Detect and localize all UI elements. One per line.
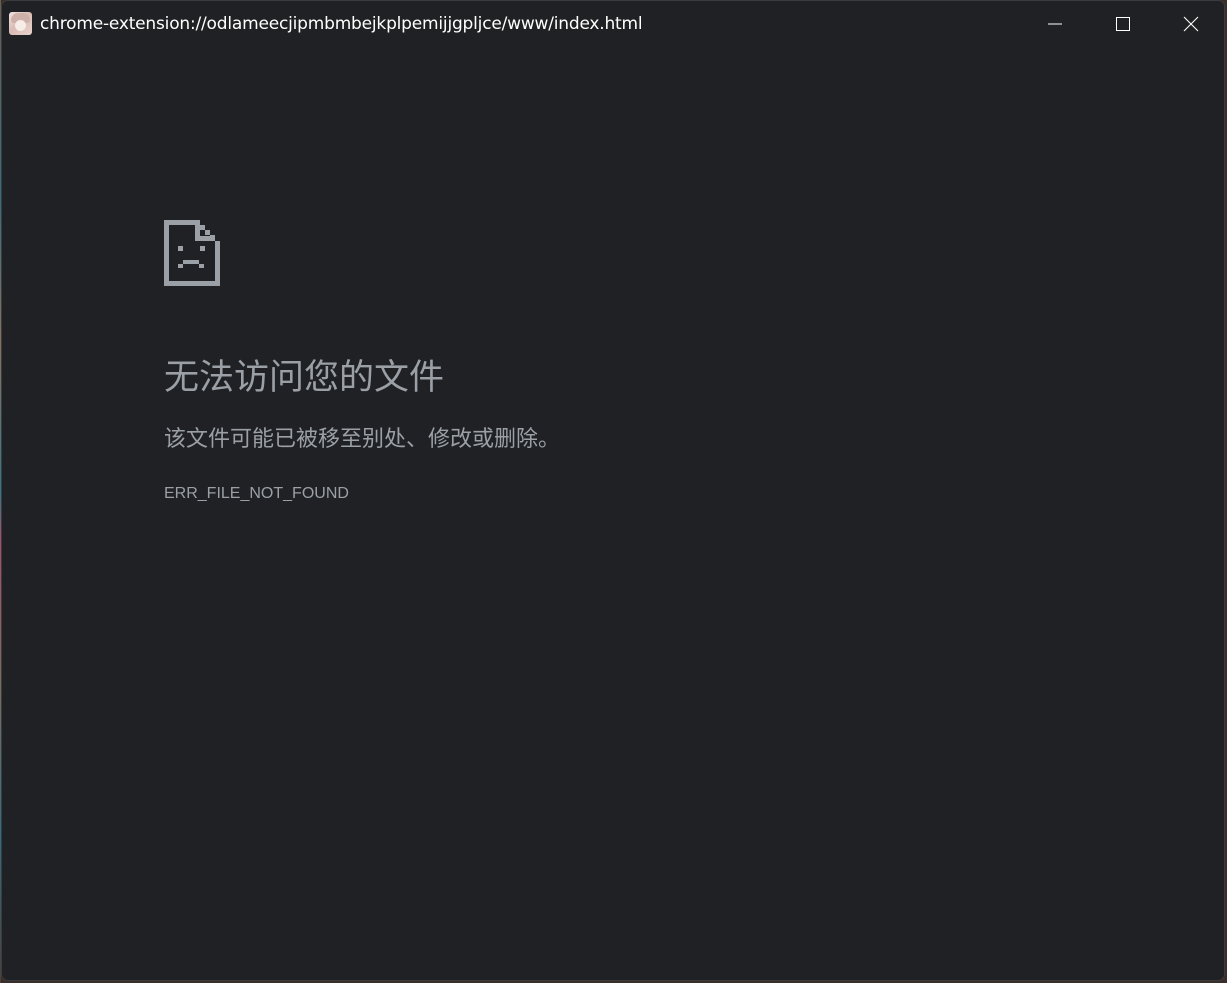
title-bar[interactable]: chrome-extension://odlameecjipmbmbejkplp…: [2, 1, 1224, 47]
error-code: ERR_FILE_NOT_FOUND: [164, 485, 349, 502]
sad-file-icon: [164, 220, 220, 286]
close-icon: [1183, 16, 1198, 32]
close-button[interactable]: [1157, 1, 1224, 47]
page-content: 无法访问您的文件 该文件可能已被移至别处、修改或删除。 ERR_FILE_NOT…: [2, 47, 1224, 980]
error-heading: 无法访问您的文件: [164, 358, 445, 398]
maximize-icon: [1115, 17, 1130, 31]
app-avatar-icon: [9, 12, 32, 35]
minimize-icon: [1047, 23, 1062, 25]
browser-window: chrome-extension://odlameecjipmbmbejkplp…: [1, 0, 1225, 981]
minimize-button[interactable]: [1021, 1, 1088, 47]
maximize-button[interactable]: [1089, 1, 1156, 47]
window-title: chrome-extension://odlameecjipmbmbejkplp…: [40, 14, 643, 34]
error-description: 该文件可能已被移至别处、修改或删除。: [164, 427, 561, 452]
